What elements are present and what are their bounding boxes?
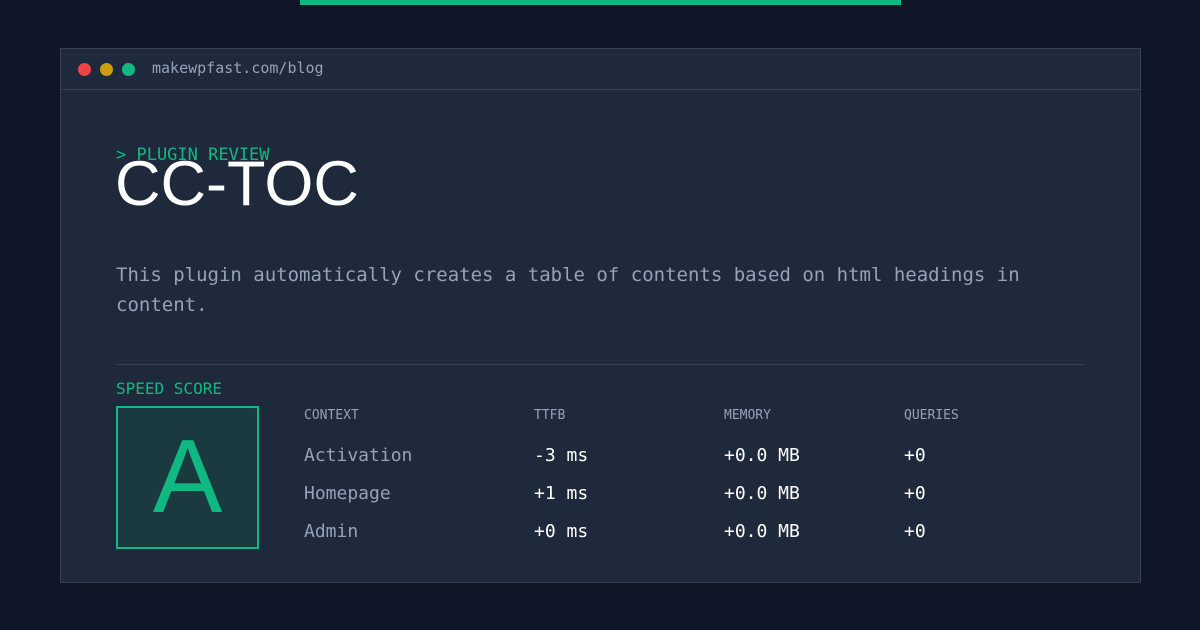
column-header-memory: MEMORY: [724, 408, 771, 423]
row-activation-context: Activation: [304, 445, 413, 466]
row-admin-context: Admin: [304, 521, 359, 542]
plugin-description: This plugin automatically creates a tabl…: [116, 264, 1020, 316]
window-titlebar: makewpfast.com/blog: [61, 49, 1140, 90]
row-homepage-ttfb: +1 ms: [534, 483, 589, 504]
page-url: makewpfast.com/blog: [152, 59, 324, 77]
maximize-window-dot-icon[interactable]: [122, 63, 135, 76]
speed-score-badge: A: [116, 406, 259, 549]
column-header-queries: QUERIES: [904, 408, 959, 423]
top-accent-bar: [300, 0, 901, 5]
row-admin-ttfb: +0 ms: [534, 521, 589, 542]
row-admin-queries: +0: [904, 521, 926, 542]
browser-window: makewpfast.com/blog > PLUGIN REVIEW CC-T…: [60, 48, 1141, 583]
page-title: CC-TOC: [115, 149, 359, 219]
row-homepage-queries: +0: [904, 483, 926, 504]
section-divider: [116, 364, 1085, 365]
column-header-ttfb: TTFB: [534, 408, 566, 423]
row-homepage-context: Homepage: [304, 483, 391, 504]
row-activation-memory: +0.0 MB: [724, 445, 800, 466]
speed-score-label: SPEED SCORE: [116, 379, 222, 398]
speed-score-grade: A: [152, 419, 223, 535]
row-admin-memory: +0.0 MB: [724, 521, 800, 542]
close-window-dot-icon[interactable]: [78, 63, 91, 76]
column-header-context: CONTEXT: [304, 408, 359, 423]
minimize-window-dot-icon[interactable]: [100, 63, 113, 76]
row-activation-queries: +0: [904, 445, 926, 466]
row-activation-ttfb: -3 ms: [534, 445, 589, 466]
row-homepage-memory: +0.0 MB: [724, 483, 800, 504]
